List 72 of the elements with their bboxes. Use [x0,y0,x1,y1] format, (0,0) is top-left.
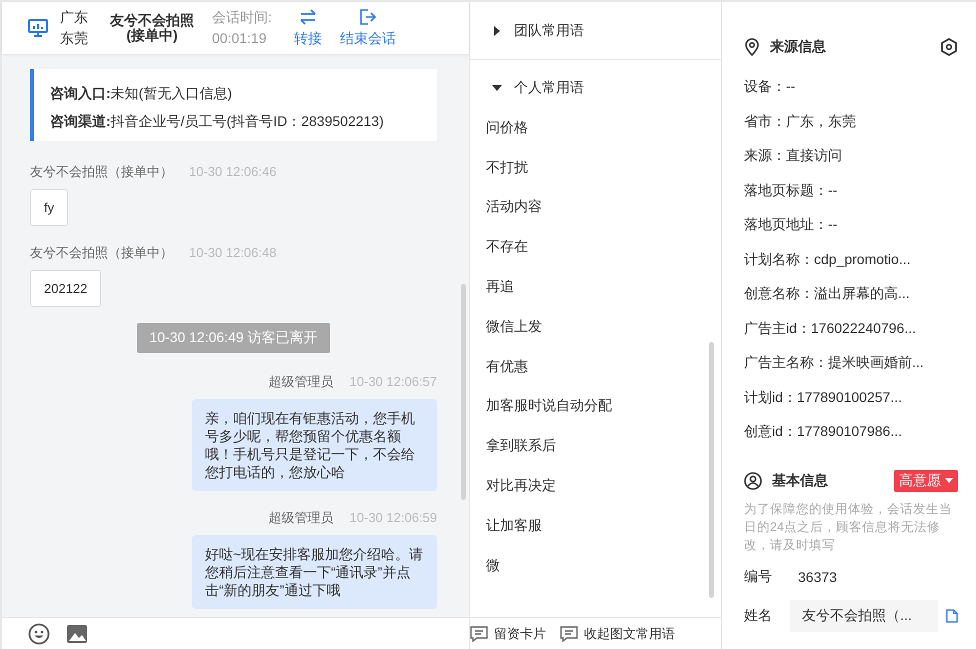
phrase-group-header[interactable]: 团队常用语 [470,2,721,60]
source-field: 落地页地址：-- [744,208,958,242]
phrase-item[interactable]: 让加客服 [470,506,721,546]
sender-name: 超级管理员 [268,374,334,389]
phrase-item[interactable]: 有优惠 [470,346,721,387]
field-label: 编号 [744,568,773,586]
image-icon[interactable] [66,624,88,644]
message-bubble: 好哒~现在安排客服加您介绍哈。请您稍后注意查看一下“通讯录”并点击“新的朋友”通过下哦 [192,535,437,609]
message-bubble: 202122 [30,270,102,307]
exit-icon [358,8,377,26]
end-session-button[interactable]: 结束会话 [340,8,396,48]
info-value: 未知(暂无入口信息) [110,85,232,101]
settings-icon[interactable] [940,38,958,56]
source-field: 创意id：177890107986... [744,415,958,450]
sender-name: 友兮不会拍照（接单中） [30,164,173,179]
message-time: 10-30 12:06:57 [350,374,437,389]
field-label: 姓名 [744,606,773,624]
source-field: 创意名称：溢出屏幕的高... [744,277,958,312]
comment-icon [470,626,488,642]
info-value: 抖音企业号/员工号(抖音号ID：2839502213) [110,113,384,129]
copy-icon[interactable] [946,608,958,624]
phrase-item[interactable]: 微 [470,546,721,586]
swap-arrows-icon [298,8,317,26]
message-time: 10-30 12:06:48 [189,245,276,260]
intent-dropdown[interactable]: 高意愿 [894,470,958,492]
sender-name: 超级管理员 [268,510,334,525]
message-time: 10-30 12:06:59 [350,510,437,525]
number-value: 36373 [798,568,837,584]
comment-icon [560,626,578,642]
session-time-label: 会话时间: [212,8,272,27]
source-field: 设备：-- [744,70,958,104]
visitor-status: (接单中) [126,28,178,43]
source-field: 落地页标题：-- [744,174,958,208]
info-label: 咨询入口: [50,85,111,101]
message-time: 10-30 12:06:46 [189,164,276,179]
source-field: 计划id：177890100257... [744,380,958,415]
system-notice: 10-30 12:06:49 访客已离开 [137,323,330,353]
section-title: 基本信息 [772,472,828,490]
phrase-item[interactable]: 再追 [470,267,721,307]
user-circle-icon [744,472,762,490]
phrase-item[interactable]: 活动内容 [470,188,721,228]
source-field: 计划名称：cdp_promotio... [744,242,958,277]
transfer-button[interactable]: 转接 [294,8,322,48]
session-time: 00:01:19 [212,29,268,48]
message-bubble: 亲，咱们现在有钜惠活动，您手机号多少呢，帮您预留个优惠名额哦！手机号只是登记一下，不会给您打电话的，您放心哈 [192,399,437,491]
visitor-name: 友兮不会拍照 [110,13,194,28]
emoji-icon[interactable] [28,622,50,644]
phrase-item[interactable]: 微信上发 [470,306,721,347]
phrase-item[interactable]: 不存在 [470,227,721,268]
source-field: 广告主名称：提米映画婚前... [744,346,958,380]
caret-down-icon [492,83,502,93]
location-pin-icon [744,38,760,56]
phrase-item[interactable]: 拿到联系后 [470,426,721,466]
footer-button[interactable]: 收起图文常用语 [560,624,675,642]
phrase-item[interactable]: 不打扰 [470,148,721,188]
name-field[interactable]: 友兮不会拍照（... [790,600,938,632]
section-title: 来源信息 [770,38,826,56]
source-field: 省市：广东，东莞 [744,104,958,139]
phrase-item[interactable]: 对比再决定 [470,466,721,506]
sender-name: 友兮不会拍照（接单中） [30,245,173,260]
notice-text: 为了保障您的使用体验，会话发生当日的24点之后，顾客信息将无法修改，请及时填写 [744,500,953,554]
caret-down-icon [945,478,953,484]
footer-button[interactable]: 留资卡片 [470,624,546,642]
caret-right-icon [492,26,502,36]
monitor-icon [28,19,48,37]
source-field: 广告主id：176022240796... [744,312,958,346]
phrase-item[interactable]: 加客服时说自动分配 [470,386,721,426]
province-label: 广东 [60,8,88,27]
source-field: 来源：直接访问 [744,139,958,174]
city-label: 东莞 [60,29,88,48]
info-label: 咨询渠道: [50,113,111,129]
message-bubble: fy [30,189,68,226]
